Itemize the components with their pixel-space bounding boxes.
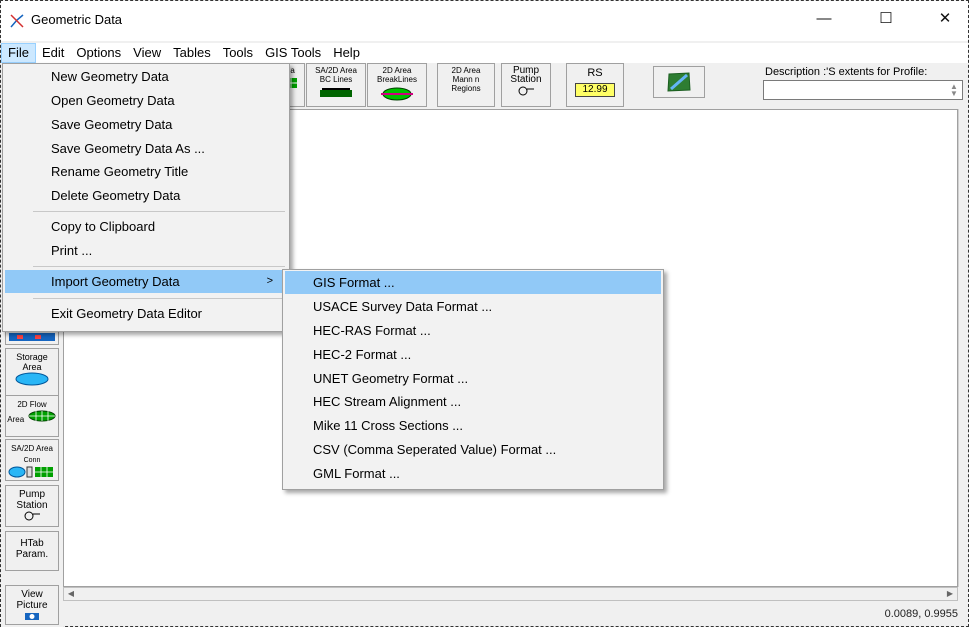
menu-item-import-geometry[interactable]: Import Geometry Data > <box>5 270 287 293</box>
menu-item-delete-geometry[interactable]: Delete Geometry Data <box>5 184 287 207</box>
app-icon <box>10 14 24 28</box>
file-menu: New Geometry Data Open Geometry Data Sav… <box>2 63 290 332</box>
palette-view-label-1: View <box>21 589 43 600</box>
menu-tables[interactable]: Tables <box>167 43 217 63</box>
palette-sa-2d-conn-button[interactable]: SA/2D Area Conn <box>5 439 59 481</box>
menu-item-rename-geometry[interactable]: Rename Geometry Title <box>5 160 287 183</box>
toolbar-breaklines-label-2: BreakLines <box>376 75 418 84</box>
maximize-button[interactable]: ☐ <box>863 1 909 35</box>
toolbar-pump-label-2: Station <box>510 74 542 85</box>
status-bar: 0.0089, 0.9955 <box>63 604 968 624</box>
toolbar-mann-label-2: Mann n <box>452 75 480 84</box>
geometric-data-window: Geometric Data — ☐ ✕ File Edit Options V… <box>0 0 969 627</box>
toolbar-breaklines-label-1: 2D Area <box>382 66 412 75</box>
menu-item-import-label: Import Geometry Data <box>51 274 180 289</box>
menu-item-copy-clipboard[interactable]: Copy to Clipboard <box>5 215 287 238</box>
description-spin-icon[interactable]: ▲ ▼ <box>948 83 960 98</box>
toolbar-breaklines-button[interactable]: 2D Area BreakLines <box>367 63 427 107</box>
toolbar-rs-button[interactable]: RS 12.99 <box>566 63 624 107</box>
junction-icon <box>9 333 55 341</box>
submenu-item-unet[interactable]: UNET Geometry Format ... <box>285 367 661 390</box>
bc-lines-icon <box>320 88 352 97</box>
menu-tools[interactable]: Tools <box>217 43 259 63</box>
palette-storage-label-1: Storage <box>16 352 48 362</box>
submenu-item-hec-stream[interactable]: HEC Stream Alignment ... <box>285 390 661 413</box>
submenu-item-usace-survey[interactable]: USACE Survey Data Format ... <box>285 295 661 318</box>
toolbar-sa-bc-label-2: BC Lines <box>319 75 353 84</box>
toolbar-mann-label-1: 2D Area <box>451 66 481 75</box>
toolbar-sa-bc-lines-button[interactable]: SA/2D Area BC Lines <box>306 63 366 107</box>
toolbar-pump-station-button[interactable]: Pump Station <box>501 63 551 107</box>
menu-separator <box>33 266 285 267</box>
menu-item-save-geometry-as[interactable]: Save Geometry Data As ... <box>5 137 287 160</box>
palette-view-picture-button[interactable]: View Picture <box>5 585 59 625</box>
palette-conn-label-2: Conn <box>23 457 41 464</box>
submenu-item-gis-format[interactable]: GIS Format ... <box>285 271 661 294</box>
menu-item-save-geometry[interactable]: Save Geometry Data <box>5 113 287 136</box>
submenu-item-hec-ras[interactable]: HEC-RAS Format ... <box>285 319 661 342</box>
palette-flow-label-2: Area <box>7 415 25 424</box>
menu-item-new-geometry[interactable]: New Geometry Data <box>5 65 287 88</box>
submenu-item-gml[interactable]: GML Format ... <box>285 462 661 485</box>
menu-help[interactable]: Help <box>327 43 366 63</box>
submenu-arrow-icon: > <box>266 275 273 287</box>
breaklines-icon <box>381 87 413 101</box>
menu-item-print[interactable]: Print ... <box>5 239 287 262</box>
storage-area-icon <box>15 372 49 386</box>
import-submenu: GIS Format ... USACE Survey Data Format … <box>282 269 664 490</box>
menu-options[interactable]: Options <box>70 43 127 63</box>
pump-icon <box>518 86 534 96</box>
submenu-item-mike-11[interactable]: Mike 11 Cross Sections ... <box>285 414 661 437</box>
toolbar-mann-label-3: Regions <box>451 84 481 93</box>
palette-storage-area-button[interactable]: Storage Area <box>5 348 59 398</box>
flow-area-icon <box>28 410 56 422</box>
description-label: Description :'S extents for Profile: <box>765 66 928 78</box>
palette-flow-label-1: 2D Flow <box>17 400 47 409</box>
description-input[interactable]: ▲ ▼ <box>763 80 963 100</box>
palette-pump-station-button[interactable]: Pump Station <box>5 485 59 527</box>
menu-edit[interactable]: Edit <box>36 43 70 63</box>
rs-tag-icon: 12.99 <box>575 83 615 97</box>
palette-view-label-2: Picture <box>16 600 48 611</box>
palette-storage-label-2: Area <box>22 362 42 372</box>
scroll-left-icon[interactable]: ◀ <box>65 588 77 600</box>
title-bar: Geometric Data — ☐ ✕ <box>1 1 968 41</box>
menu-bar: File Edit Options View Tables Tools GIS … <box>1 43 968 63</box>
map-icon <box>667 72 691 92</box>
menu-view[interactable]: View <box>127 43 167 63</box>
coordinates-readout: 0.0089, 0.9955 <box>884 608 958 620</box>
menu-separator <box>33 211 285 212</box>
palette-conn-label-1: SA/2D Area <box>11 444 53 453</box>
toolbar-sa-bc-label-1: SA/2D Area <box>315 66 357 75</box>
close-button[interactable]: ✕ <box>922 1 968 35</box>
palette-htab-label-2: Param. <box>15 549 49 560</box>
pump-station-icon <box>24 511 40 521</box>
palette-pump-label-2: Station <box>16 500 48 511</box>
rs-value: 12.99 <box>582 84 608 95</box>
connection-icon <box>8 466 53 478</box>
palette-2d-flow-area-button[interactable]: 2D Flow Area <box>5 395 59 437</box>
submenu-item-csv[interactable]: CSV (Comma Seperated Value) Format ... <box>285 438 661 461</box>
camera-icon <box>25 613 39 620</box>
toolbar-map-button[interactable] <box>653 66 705 98</box>
toolbar-mann-regions-button[interactable]: 2D Area Mann n Regions <box>437 63 495 107</box>
palette-junction-button[interactable] <box>5 331 59 345</box>
palette-pump-label-1: Pump <box>18 489 46 500</box>
horizontal-scrollbar[interactable]: ◀ ▶ <box>63 587 958 601</box>
menu-item-open-geometry[interactable]: Open Geometry Data <box>5 89 287 112</box>
menu-item-exit-editor[interactable]: Exit Geometry Data Editor <box>5 302 287 325</box>
menu-gis-tools[interactable]: GIS Tools <box>259 43 327 63</box>
menu-file[interactable]: File <box>1 43 36 63</box>
palette-htab-label-1: HTab <box>20 538 44 549</box>
palette-htab-param-button[interactable]: HTab Param. <box>5 531 59 571</box>
scroll-right-icon[interactable]: ▶ <box>944 588 956 600</box>
submenu-item-hec-2[interactable]: HEC-2 Format ... <box>285 343 661 366</box>
vertical-scrollbar[interactable] <box>958 109 968 587</box>
minimize-button[interactable]: — <box>801 1 847 35</box>
window-title: Geometric Data <box>31 12 123 27</box>
menu-separator <box>33 298 285 299</box>
toolbar-rs-label: RS <box>587 67 603 79</box>
